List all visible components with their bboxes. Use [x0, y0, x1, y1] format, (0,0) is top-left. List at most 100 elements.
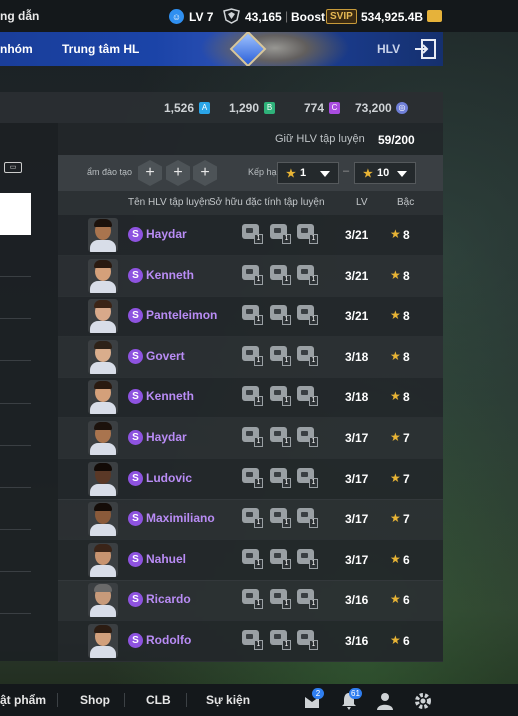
- training-trait-icon[interactable]: 1: [241, 629, 264, 652]
- coach-name[interactable]: Haydar: [146, 227, 187, 241]
- training-trait-icon[interactable]: 1: [296, 629, 319, 652]
- training-trait-icon[interactable]: 1: [269, 467, 292, 490]
- coach-name[interactable]: Panteleimon: [146, 308, 217, 322]
- star-icon: ★: [390, 348, 401, 363]
- grade-to-dropdown[interactable]: ★ 10: [354, 162, 416, 184]
- trait-mark: [274, 349, 281, 355]
- training-trait-icon[interactable]: 1: [296, 385, 319, 408]
- trait-level: 1: [309, 599, 318, 610]
- trait-level: 1: [282, 640, 291, 650]
- white-card[interactable]: [0, 193, 31, 235]
- training-trait-icon[interactable]: 1: [241, 385, 264, 408]
- training-trait-icon[interactable]: 1: [269, 548, 292, 571]
- nav-item-group[interactable]: nhóm: [0, 42, 33, 56]
- inbox-icon[interactable]: 2: [302, 688, 324, 711]
- training-trait-icon[interactable]: 1: [269, 507, 292, 530]
- training-trait-icon[interactable]: 1: [269, 426, 292, 449]
- table-row[interactable]: S Kenneth 1 1 1 3/18 ★ 8: [58, 377, 443, 419]
- exit-icon[interactable]: [413, 38, 437, 60]
- training-trait-icon[interactable]: 1: [241, 223, 264, 246]
- grade-from-dropdown[interactable]: ★ 1: [277, 162, 339, 184]
- table-row[interactable]: S Maximiliano 1 1 1 3/17 ★ 7: [58, 499, 443, 541]
- training-trait-icon[interactable]: 1: [296, 426, 319, 449]
- coach-name[interactable]: Kenneth: [146, 389, 194, 403]
- training-trait-icon[interactable]: 1: [241, 264, 264, 287]
- training-trait-icon[interactable]: 1: [269, 385, 292, 408]
- training-trait-icon[interactable]: 1: [269, 588, 292, 611]
- bottom-item-events[interactable]: Sự kiện: [206, 693, 250, 707]
- trait-level: 1: [254, 274, 263, 285]
- training-trait-icon[interactable]: 1: [241, 588, 264, 611]
- divider: [0, 445, 31, 446]
- profile-icon[interactable]: [375, 691, 395, 711]
- training-trait-icon[interactable]: 1: [241, 467, 264, 490]
- table-row[interactable]: S Ricardo 1 1 1 3/16 ★ 6: [58, 580, 443, 622]
- training-trait-icon[interactable]: 1: [241, 507, 264, 530]
- coach-name[interactable]: Govert: [146, 349, 185, 363]
- star-icon: ★: [390, 470, 401, 485]
- trait-level: 1: [282, 274, 291, 285]
- table-row[interactable]: S Haydar 1 1 1 3/21 ★ 8: [58, 215, 443, 256]
- coach-name[interactable]: Ludovic: [146, 471, 192, 485]
- coach-name[interactable]: Rodolfo: [146, 633, 191, 647]
- training-trait-icon[interactable]: 1: [296, 264, 319, 287]
- card-icon[interactable]: ▭: [4, 162, 22, 173]
- training-trait-icon[interactable]: 1: [296, 304, 319, 327]
- training-trait-icon[interactable]: 1: [241, 548, 264, 571]
- add-filter-button-3[interactable]: +: [193, 160, 217, 186]
- coach-level: 3/21: [345, 268, 369, 283]
- training-trait-icon[interactable]: 1: [296, 467, 319, 490]
- gear-icon[interactable]: [413, 691, 433, 711]
- training-trait-icon[interactable]: 1: [269, 345, 292, 368]
- column-name[interactable]: Tên HLV tập luyện: [128, 197, 210, 208]
- coach-avatar: [88, 542, 118, 577]
- bottom-item-shop[interactable]: Shop: [80, 693, 110, 707]
- training-trait-icon[interactable]: 1: [296, 548, 319, 571]
- nav-item-training-center[interactable]: Trung tâm HL: [62, 42, 139, 56]
- avatar-shirt: [90, 564, 116, 577]
- trait-mark: [301, 309, 308, 315]
- trait-level: 1: [309, 315, 318, 326]
- avatar-shirt: [90, 321, 116, 334]
- training-trait-icon[interactable]: 1: [269, 264, 292, 287]
- bell-icon[interactable]: 61: [339, 688, 362, 711]
- coach-name[interactable]: Maximiliano: [146, 511, 215, 525]
- table-row[interactable]: S Ludovic 1 1 1 3/17 ★ 7: [58, 459, 443, 500]
- training-trait-icon[interactable]: 1: [241, 304, 264, 327]
- training-trait-icon[interactable]: 1: [269, 629, 292, 652]
- bottom-item-club[interactable]: CLB: [146, 693, 171, 707]
- coach-name[interactable]: Kenneth: [146, 268, 194, 282]
- add-filter-button-2[interactable]: +: [166, 160, 190, 186]
- trait-mark: [246, 471, 253, 477]
- training-trait-icon[interactable]: 1: [296, 223, 319, 246]
- bottom-item-items[interactable]: ật phẩm: [0, 693, 46, 707]
- star-icon: ★: [390, 389, 401, 404]
- table-row[interactable]: S Rodolfo 1 1 1 3/16 ★ 6: [58, 621, 443, 662]
- add-filter-button-1[interactable]: +: [138, 160, 162, 186]
- column-lv[interactable]: LV: [356, 197, 368, 208]
- training-trait-icon[interactable]: 1: [269, 223, 292, 246]
- table-row[interactable]: S Panteleimon 1 1 1 3/21 ★ 8: [58, 296, 443, 338]
- trait-mark: [274, 268, 281, 274]
- table-row[interactable]: S Govert 1 1 1 3/18 ★ 8: [58, 336, 443, 378]
- coach-name[interactable]: Ricardo: [146, 592, 191, 606]
- svip-badge[interactable]: SVIP: [326, 9, 357, 24]
- trait-level: 1: [254, 396, 263, 407]
- training-trait-icon[interactable]: 1: [296, 588, 319, 611]
- table-row[interactable]: S Kenneth 1 1 1 3/21 ★ 8: [58, 255, 443, 297]
- training-trait-icon[interactable]: 1: [296, 507, 319, 530]
- nav-item-coach[interactable]: HLV: [377, 42, 400, 56]
- table-row[interactable]: S Haydar 1 1 1 3/17 ★ 7: [58, 418, 443, 459]
- coach-name[interactable]: Haydar: [146, 430, 187, 444]
- training-trait-icon[interactable]: 1: [241, 426, 264, 449]
- gear-glyph-icon: [415, 693, 431, 709]
- currency-a-value: 1,526: [164, 101, 195, 115]
- training-trait-icon[interactable]: 1: [241, 345, 264, 368]
- training-trait-icon[interactable]: 1: [296, 345, 319, 368]
- table-row[interactable]: S Nahuel 1 1 1 3/17 ★ 6: [58, 540, 443, 581]
- column-grade[interactable]: Bậc: [397, 197, 414, 208]
- training-trait-icon[interactable]: 1: [269, 304, 292, 327]
- guide-label[interactable]: ng dẫn: [0, 9, 39, 23]
- coach-name[interactable]: Nahuel: [146, 552, 186, 566]
- coin-stack-icon: [427, 10, 442, 22]
